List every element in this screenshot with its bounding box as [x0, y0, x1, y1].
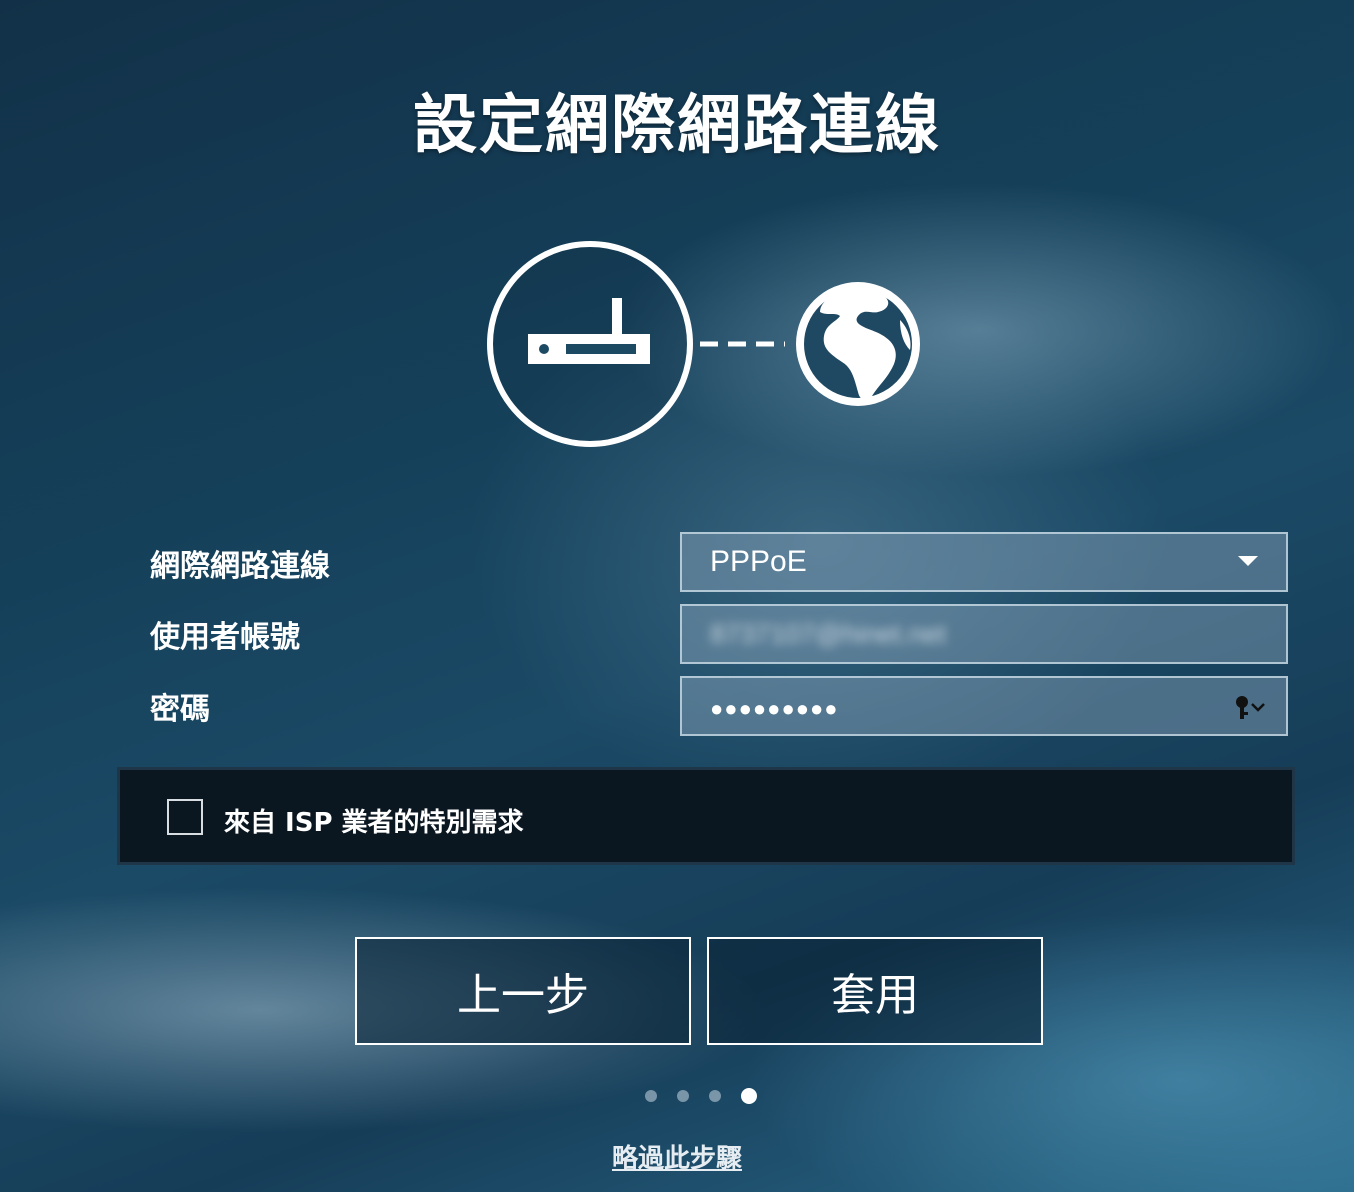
router-icon	[487, 241, 693, 447]
key-icon[interactable]	[1232, 694, 1268, 730]
password-label: 密碼	[150, 692, 210, 727]
pager-dot[interactable]	[677, 1090, 689, 1102]
connection-type-select[interactable]: PPPoE	[680, 532, 1288, 592]
connection-diagram	[480, 236, 940, 456]
isp-special-checkbox[interactable]	[167, 799, 203, 835]
isp-special-label[interactable]: 來自 ISP 業者的特別需求	[224, 802, 524, 839]
globe-icon	[796, 282, 920, 406]
pager-dot[interactable]	[709, 1090, 721, 1102]
back-button[interactable]: 上一步	[355, 937, 691, 1045]
pager-dot-active[interactable]	[741, 1088, 757, 1104]
apply-button[interactable]: 套用	[707, 937, 1043, 1045]
username-field[interactable]: 8737107@hinet.net	[680, 604, 1288, 664]
password-field[interactable]: ●●●●●●●●●	[680, 676, 1288, 736]
username-value: 8737107@hinet.net	[710, 618, 947, 649]
password-value: ●●●●●●●●●	[710, 696, 839, 721]
connection-type-label: 網際網路連線	[150, 549, 330, 584]
router-globe-illustration	[487, 241, 920, 447]
chevron-down-icon	[1238, 556, 1258, 566]
skip-link-container: 略過此步驟	[0, 1138, 1354, 1175]
connection-type-value: PPPoE	[710, 545, 807, 578]
isp-special-request-panel: 來自 ISP 業者的特別需求	[117, 767, 1295, 865]
key-icon-graphic	[1236, 696, 1265, 719]
skip-step-link[interactable]: 略過此步驟	[612, 1144, 742, 1174]
page-title: 設定網際網路連線	[413, 89, 941, 163]
pager-dot[interactable]	[645, 1090, 657, 1102]
username-label: 使用者帳號	[150, 620, 300, 655]
step-pager	[645, 1088, 777, 1104]
